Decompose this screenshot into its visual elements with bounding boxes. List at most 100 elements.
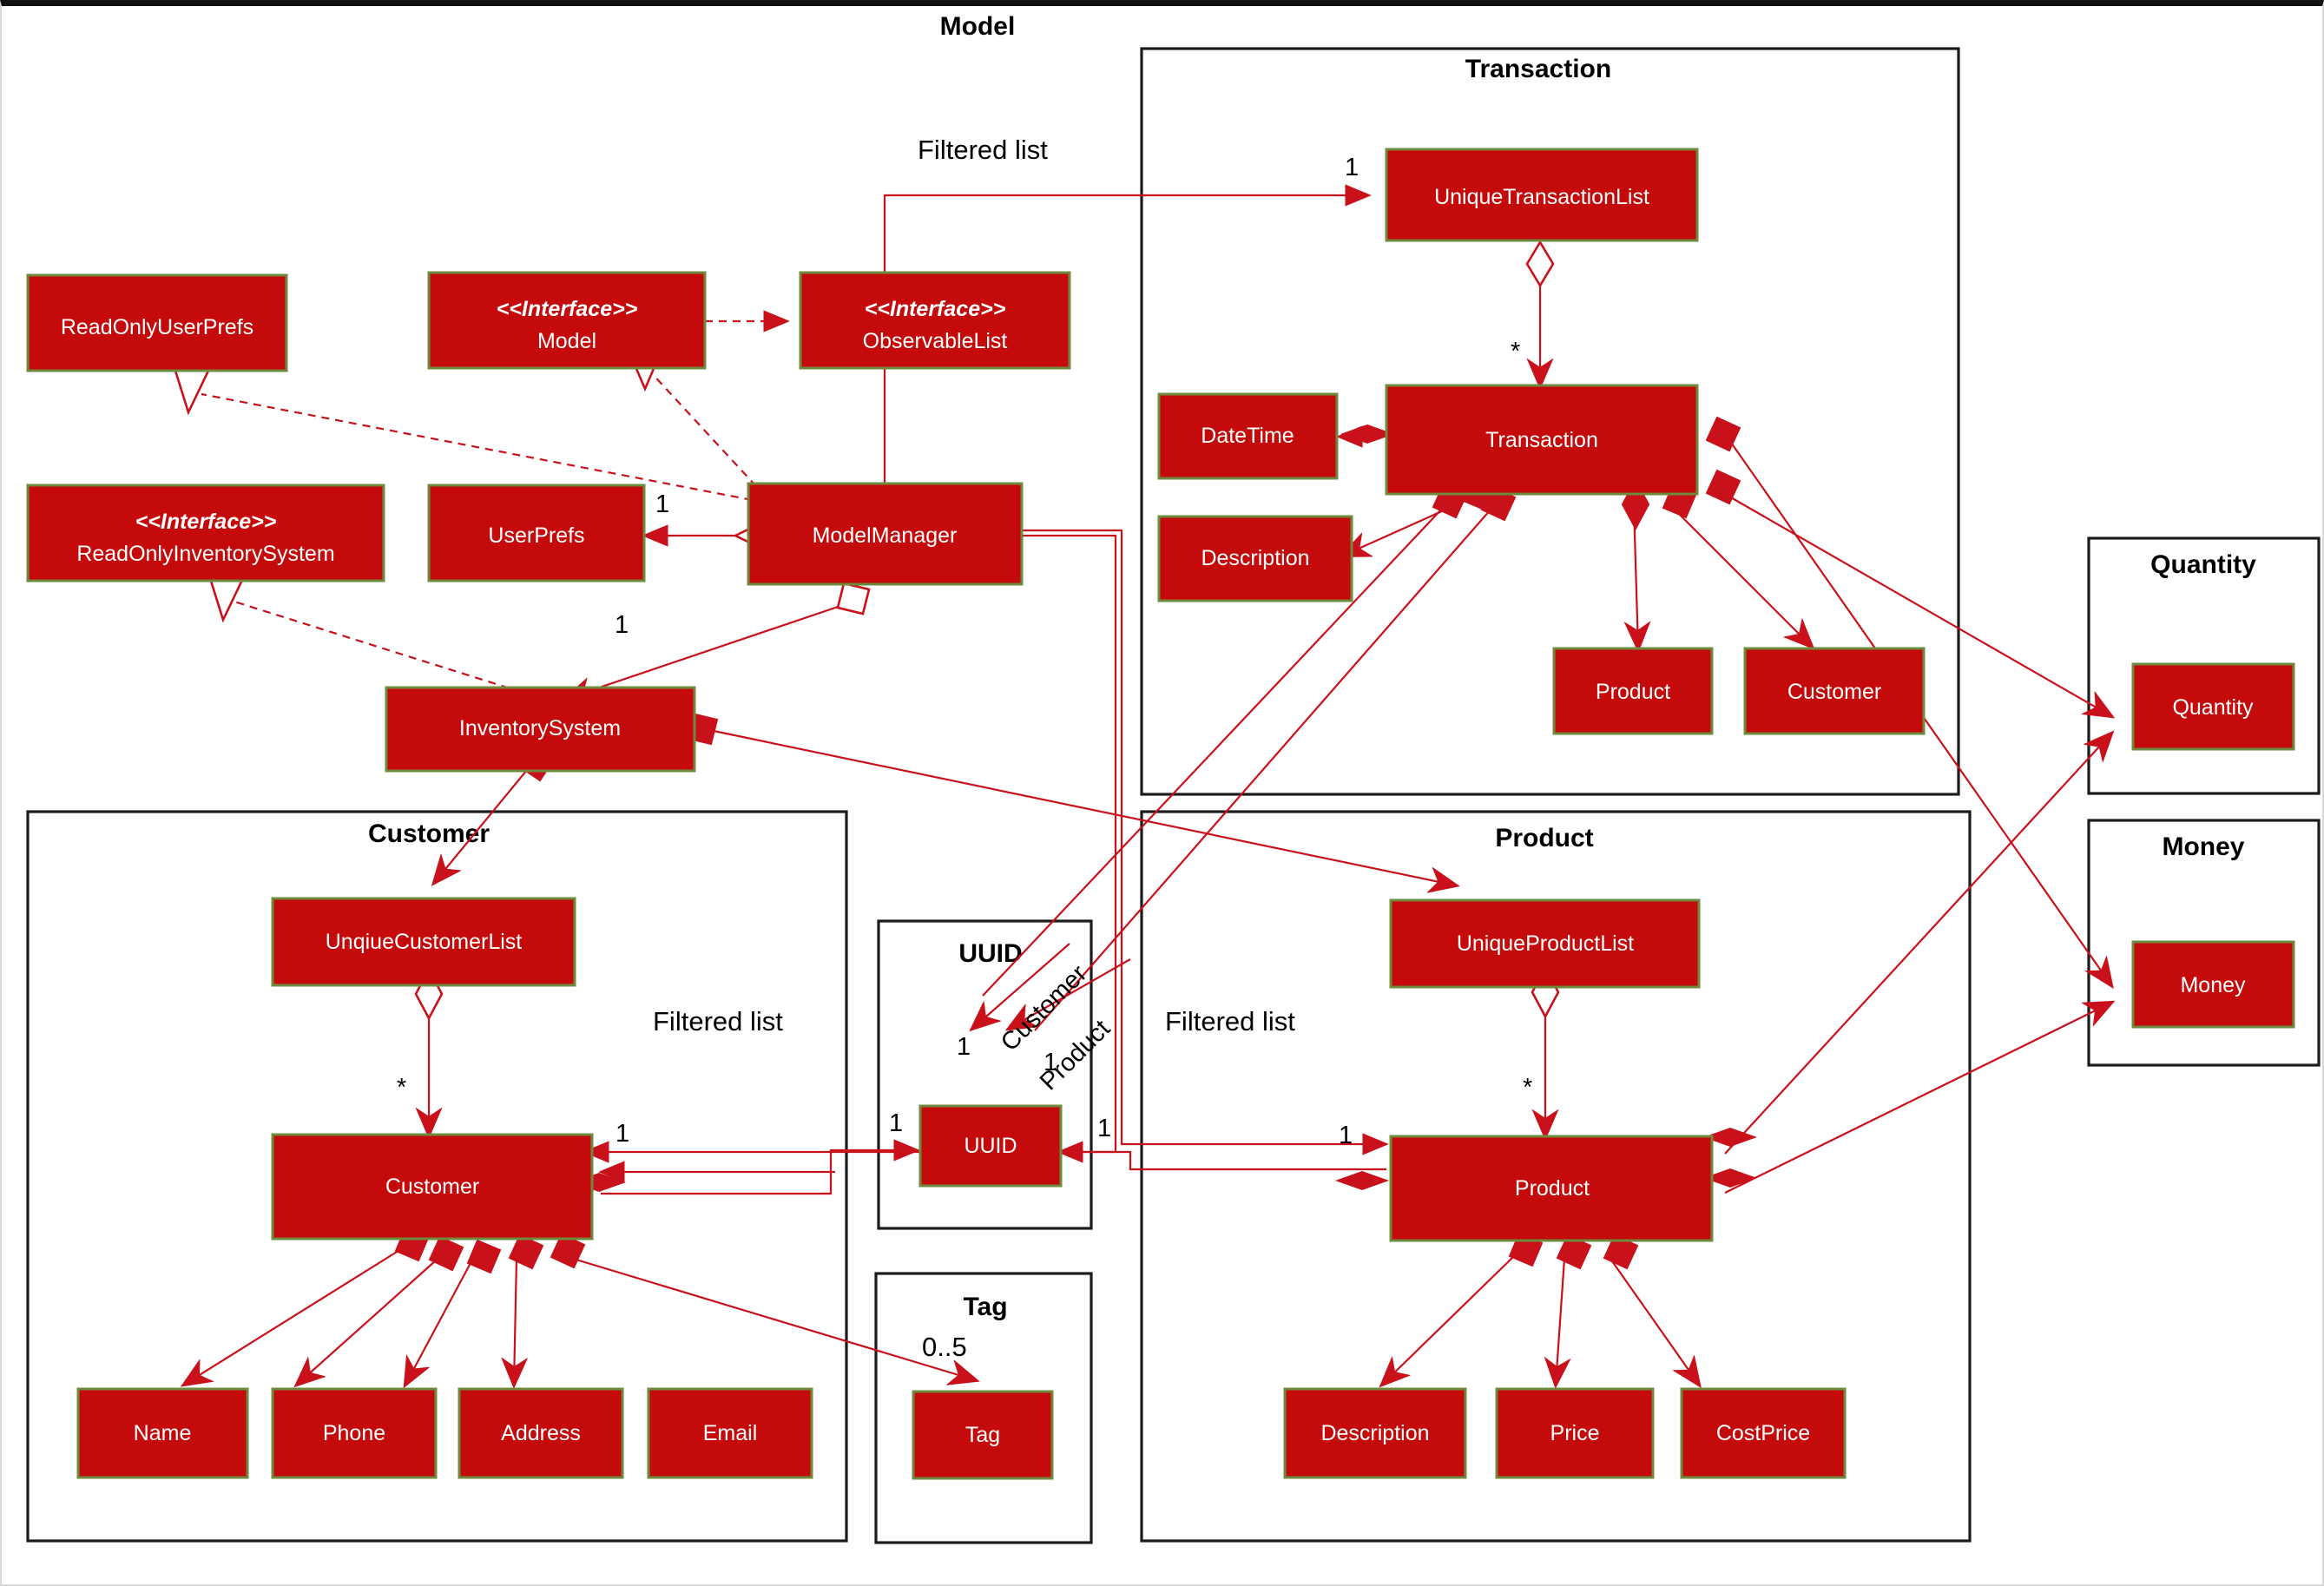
class-description-product[interactable]: Description bbox=[1283, 1387, 1467, 1479]
class-label-name: Name bbox=[134, 1421, 192, 1445]
class-inventorysystem[interactable]: InventorySystem bbox=[385, 686, 696, 773]
class-label-tag: Tag bbox=[965, 1423, 1000, 1447]
edge-customer-email bbox=[510, 1234, 544, 1385]
class-label-uuid: UUID bbox=[964, 1134, 1017, 1158]
class-label-address: Address bbox=[501, 1421, 581, 1445]
edge-transaction-customer bbox=[1662, 484, 1812, 647]
edge-product-money bbox=[1703, 1003, 2111, 1194]
diagram-title: Model bbox=[940, 12, 1016, 41]
class-label-unqiuecustomerlist: UnqiueCustomerList bbox=[326, 930, 523, 954]
package-title-money: Money bbox=[2162, 832, 2244, 861]
class-unqiuecustomerlist[interactable]: UnqiueCustomerList bbox=[271, 897, 576, 987]
class-label-product: Product bbox=[1515, 1176, 1590, 1201]
edge-inventorysystem-uniqueproductlist bbox=[684, 712, 1456, 885]
edge-customer-name bbox=[184, 1227, 430, 1385]
mult-modelmanager-userprefs: 1 bbox=[655, 490, 669, 518]
class-address[interactable]: Address bbox=[458, 1387, 624, 1479]
package-title-quantity: Quantity bbox=[2150, 550, 2256, 579]
class-label-description-transaction-text: Description bbox=[1201, 546, 1309, 570]
mult-customer-one: 1 bbox=[616, 1120, 629, 1148]
class-label-uniqueproductlist: UniqueProductList bbox=[1457, 931, 1634, 956]
edge-product-quantity bbox=[1703, 734, 2111, 1155]
package-title-customer: Customer bbox=[368, 819, 490, 848]
class-label-customer-transaction: Customer bbox=[1787, 680, 1881, 704]
class-label-model: Model bbox=[537, 329, 596, 353]
edge-modelmanager-readonlyuserprefs bbox=[174, 369, 767, 504]
mult-uuid-customer: 1 bbox=[957, 1033, 971, 1061]
class-label-product-transaction: Product bbox=[1596, 680, 1670, 704]
mult-uuid-right: 1 bbox=[1097, 1115, 1111, 1142]
edge-product-uuid bbox=[1057, 1141, 1389, 1191]
class-stereotype-readonlyinventorysystem: <<Interface>> bbox=[135, 510, 277, 534]
class-label-inventorysystem: InventorySystem bbox=[459, 716, 621, 740]
class-label-money: Money bbox=[2180, 973, 2246, 997]
class-label-transaction: Transaction bbox=[1485, 428, 1598, 452]
class-label-userprefs: UserPrefs bbox=[488, 523, 584, 548]
mult-product-one: 1 bbox=[1339, 1122, 1353, 1149]
package-title-tag: Tag bbox=[963, 1293, 1007, 1321]
class-uniquetransactionlist[interactable]: UniqueTransactionList bbox=[1385, 148, 1699, 242]
note-filtered-list-customer: Filtered list bbox=[653, 1006, 783, 1036]
class-readonlyuserprefs[interactable]: ReadOnlyUserPrefs bbox=[26, 273, 288, 372]
class-userprefs[interactable]: UserPrefs bbox=[427, 484, 646, 582]
class-email[interactable]: Email bbox=[647, 1387, 813, 1479]
class-price[interactable]: Price bbox=[1495, 1387, 1655, 1479]
edge-customer-phone bbox=[297, 1235, 464, 1385]
class-label-uniquetransactionlist: UniqueTransactionList bbox=[1434, 185, 1649, 209]
class-product[interactable]: Product bbox=[1389, 1135, 1714, 1242]
edge-product-description bbox=[1382, 1232, 1544, 1385]
class-model[interactable]: <<Interface>> Model bbox=[427, 271, 707, 370]
class-label-customer: Customer bbox=[385, 1175, 479, 1199]
class-customer-transaction[interactable]: Customer bbox=[1743, 647, 1926, 735]
note-filtered-list-top: Filtered list bbox=[918, 135, 1048, 165]
class-label-email: Email bbox=[703, 1421, 758, 1445]
mult-tag: 0..5 bbox=[922, 1332, 967, 1362]
class-readonlyinventorysystem[interactable]: <<Interface>> ReadOnlyInventorySystem bbox=[26, 484, 385, 582]
edge-uniquetransactionlist-transaction bbox=[1525, 240, 1555, 385]
class-money[interactable]: Money bbox=[2131, 940, 2295, 1029]
class-costprice[interactable]: CostPrice bbox=[1680, 1387, 1847, 1479]
edge-modelmanager-model bbox=[628, 351, 767, 497]
class-phone[interactable]: Phone bbox=[271, 1387, 438, 1479]
class-datetime[interactable]: DateTime bbox=[1157, 392, 1339, 480]
edge-transaction-product bbox=[1621, 477, 1649, 648]
mult-txlist-tx: * bbox=[1511, 338, 1520, 365]
class-label-datetime: DateTime bbox=[1201, 424, 1294, 448]
class-label-readonlyinventorysystem: ReadOnlyInventorySystem bbox=[76, 542, 334, 566]
mult-modelmanager-inventorysystem: 1 bbox=[615, 611, 629, 639]
class-label-observablelist: ObservableList bbox=[863, 329, 1008, 353]
uml-class-diagram: Transaction Quantity Money Customer UUID… bbox=[0, 0, 2324, 1586]
edge-customer-tag bbox=[550, 1233, 976, 1380]
class-transaction[interactable]: Transaction bbox=[1385, 384, 1699, 496]
note-filtered-list-product: Filtered list bbox=[1165, 1006, 1295, 1036]
class-stereotype-model: <<Interface>> bbox=[497, 297, 638, 321]
class-modelmanager[interactable]: ModelManager bbox=[747, 482, 1024, 586]
class-label-price: Price bbox=[1550, 1421, 1600, 1445]
class-label-phone: Phone bbox=[323, 1421, 385, 1445]
class-label-description-product: Description bbox=[1320, 1421, 1429, 1445]
class-uniqueproductlist[interactable]: UniqueProductList bbox=[1389, 898, 1701, 989]
mult-txlist-in: 1 bbox=[1345, 154, 1359, 181]
package-title-transaction: Transaction bbox=[1465, 55, 1611, 83]
edge-inventorysystem-readonlyinventorysystem bbox=[208, 576, 550, 702]
edge-product-costprice bbox=[1603, 1234, 1699, 1385]
class-label-quantity: Quantity bbox=[2172, 695, 2254, 720]
mult-productlist-product: * bbox=[1523, 1074, 1532, 1102]
class-description-transaction[interactable]: Description bbox=[1157, 515, 1353, 602]
class-uuid[interactable]: UUID bbox=[918, 1104, 1063, 1188]
edge-modelmanager-customer-filtered bbox=[583, 534, 1117, 1163]
class-stereotype-observablelist: <<Interface>> bbox=[865, 297, 1006, 321]
class-label-readonlyuserprefs: ReadOnlyUserPrefs bbox=[61, 315, 253, 339]
class-name[interactable]: Name bbox=[76, 1387, 249, 1479]
package-title-product: Product bbox=[1495, 824, 1593, 852]
class-tag[interactable]: Tag bbox=[912, 1390, 1054, 1480]
edge-observablelist-uniquetransactionlist bbox=[883, 184, 1372, 275]
edge-product-price bbox=[1556, 1234, 1592, 1385]
class-customer[interactable]: Customer bbox=[271, 1133, 594, 1241]
class-product-transaction[interactable]: Product bbox=[1552, 647, 1714, 735]
edge-transaction-datetime bbox=[1336, 424, 1394, 448]
class-quantity[interactable]: Quantity bbox=[2131, 662, 2295, 751]
mult-customerlist-customer: * bbox=[397, 1074, 406, 1102]
class-observablelist[interactable]: <<Interface>> ObservableList bbox=[799, 271, 1071, 370]
mult-uuid-left: 1 bbox=[889, 1109, 903, 1137]
